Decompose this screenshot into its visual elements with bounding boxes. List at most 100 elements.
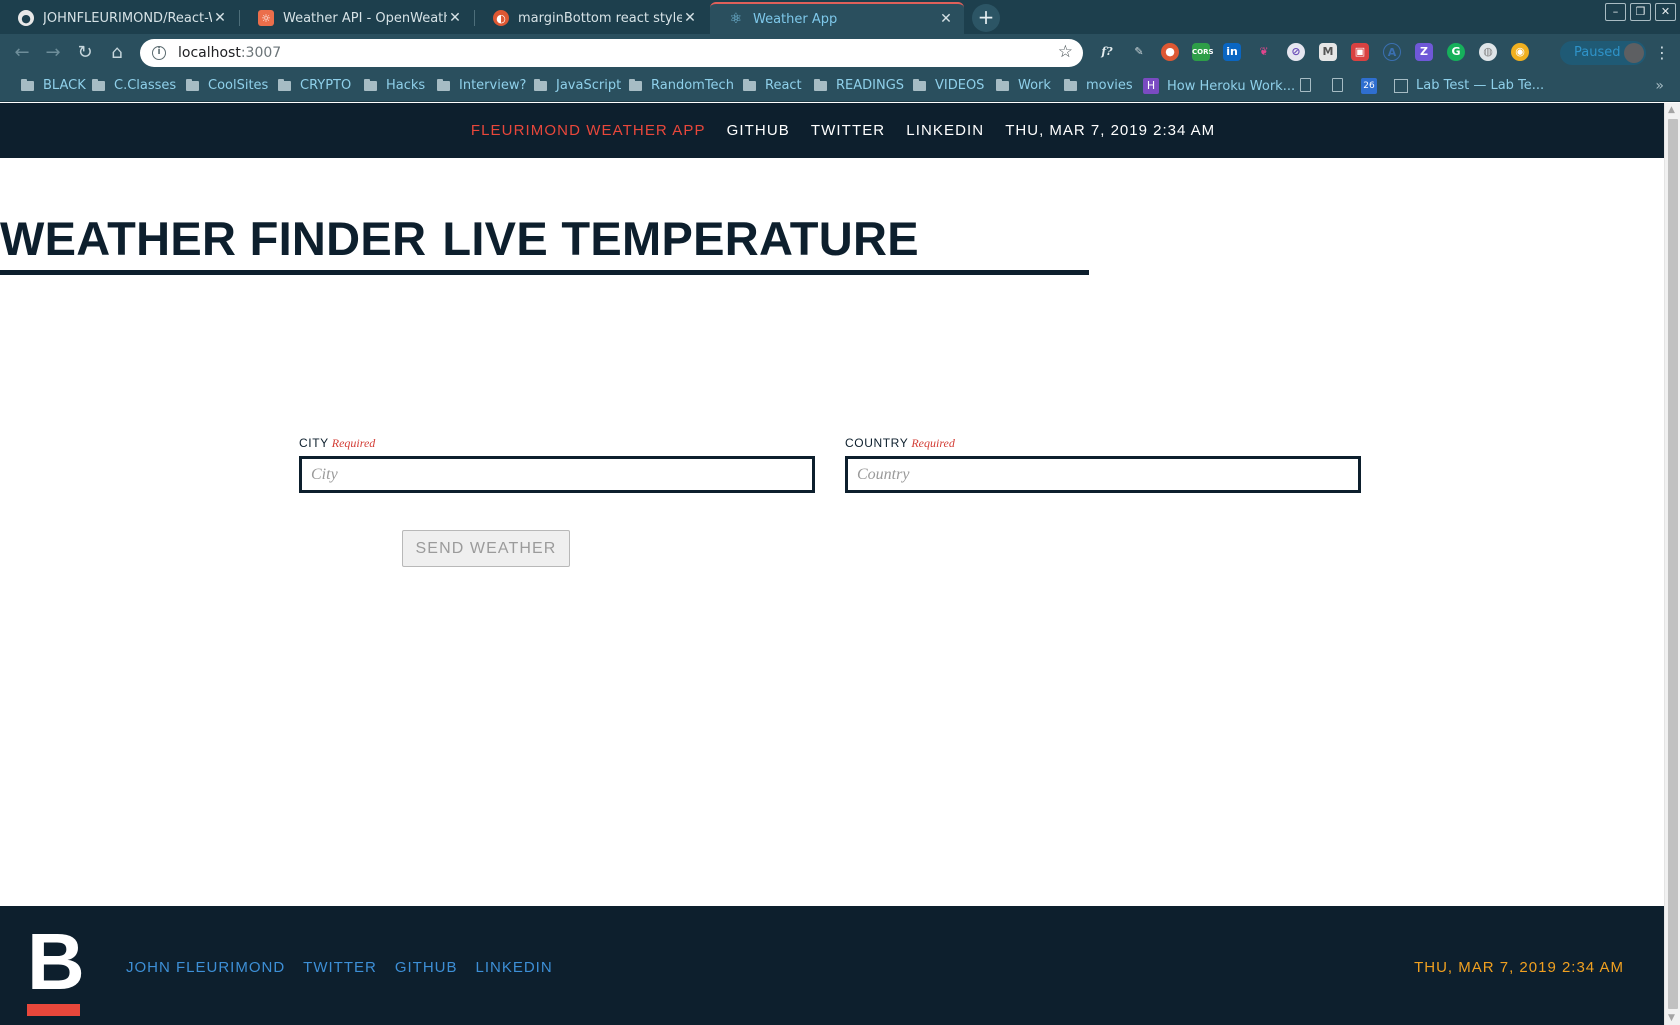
accessibility-extension-icon[interactable]: A bbox=[1383, 43, 1401, 61]
footer-twitter-link[interactable]: TWITTER bbox=[303, 959, 377, 976]
address-bar[interactable]: i localhost:3007 ☆ bbox=[140, 39, 1083, 67]
profile-paused-button[interactable]: Paused bbox=[1560, 41, 1646, 65]
color-picker-extension-icon[interactable]: ✎ bbox=[1130, 43, 1148, 61]
new-tab-button[interactable]: + bbox=[972, 4, 1000, 32]
bookmark-folder[interactable]: Interview? bbox=[437, 78, 526, 93]
openweathermap-icon: ☼ bbox=[258, 10, 274, 26]
close-window-button[interactable]: ✕ bbox=[1655, 3, 1676, 21]
bookmark-folder[interactable]: Hacks bbox=[364, 78, 425, 93]
bookmark-link[interactable]: Lab Test — Lab Te... bbox=[1394, 78, 1544, 93]
scrollbar-thumb[interactable] bbox=[1668, 119, 1678, 1009]
bookmark-folder[interactable]: movies bbox=[1064, 78, 1133, 93]
chevron-more-icon[interactable]: » bbox=[1655, 78, 1664, 94]
footer-github-link[interactable]: GITHUB bbox=[395, 959, 458, 976]
block-extension-icon[interactable]: ⊘ bbox=[1287, 43, 1305, 61]
nav-brand-link[interactable]: FLEURIMOND WEATHER APP bbox=[471, 122, 706, 139]
forward-arrow-icon[interactable]: → bbox=[41, 41, 65, 65]
home-icon[interactable]: ⌂ bbox=[105, 41, 129, 65]
minimize-button[interactable]: – bbox=[1605, 3, 1626, 21]
browser-toolbar: ← → ↻ ⌂ i localhost:3007 ☆ f? ✎ ● CORS i… bbox=[0, 34, 1680, 72]
ghost-extension-icon[interactable]: ◍ bbox=[1479, 43, 1497, 61]
brand-logo[interactable]: B bbox=[27, 922, 85, 1016]
folder-icon bbox=[1064, 78, 1077, 91]
bookmark-folder[interactable]: BLACK bbox=[21, 78, 86, 93]
bookmark-link[interactable] bbox=[1300, 78, 1311, 92]
footer-links: JOHN FLEURIMOND TWITTER GITHUB LINKEDIN bbox=[126, 959, 553, 976]
bookmark-folder[interactable]: CRYPTO bbox=[278, 78, 351, 93]
page-viewport: FLEURIMOND WEATHER APP GITHUB TWITTER LI… bbox=[0, 103, 1664, 1025]
folder-icon bbox=[913, 78, 926, 91]
menu-icon[interactable]: ⋮ bbox=[1654, 43, 1670, 62]
bookmark-link[interactable] bbox=[1332, 78, 1343, 92]
tab-title: Weather API - OpenWeatherMa bbox=[283, 10, 447, 26]
logo-letter: B bbox=[27, 917, 85, 1006]
scroll-down-icon[interactable]: ▼ bbox=[1668, 1013, 1675, 1023]
bookmark-star-icon[interactable]: ☆ bbox=[1058, 42, 1073, 62]
send-weather-button[interactable]: SEND WEATHER bbox=[402, 530, 570, 567]
duckduckgo-extension-icon[interactable]: ● bbox=[1161, 43, 1179, 61]
bookmark-folder[interactable]: React bbox=[743, 78, 802, 93]
footer-linkedin-link[interactable]: LINKEDIN bbox=[476, 959, 553, 976]
bookmark-folder[interactable]: VIDEOS bbox=[913, 78, 984, 93]
country-input[interactable] bbox=[845, 456, 1361, 493]
z-extension-icon[interactable]: Z bbox=[1415, 43, 1433, 61]
address-host: localhost bbox=[178, 45, 241, 61]
folder-icon bbox=[92, 78, 105, 91]
bird-extension-icon[interactable]: ❦ bbox=[1255, 43, 1273, 61]
back-arrow-icon[interactable]: ← bbox=[10, 41, 34, 65]
bookmark-link[interactable]: 26 bbox=[1361, 78, 1377, 94]
title-underline bbox=[0, 270, 1089, 275]
restore-button[interactable]: ❐ bbox=[1630, 3, 1651, 21]
tab-weather-app[interactable]: ⚛ Weather App ✕ bbox=[710, 2, 964, 34]
address-port: :3007 bbox=[240, 45, 282, 61]
bookmark-folder[interactable]: Work bbox=[996, 78, 1051, 93]
bookmark-folder[interactable]: RandomTech bbox=[629, 78, 734, 93]
city-required-hint: Required bbox=[331, 436, 376, 450]
folder-icon bbox=[814, 78, 827, 91]
site-navbar: FLEURIMOND WEATHER APP GITHUB TWITTER LI… bbox=[0, 103, 1664, 158]
gmail-extension-icon[interactable]: M bbox=[1319, 43, 1337, 61]
bookmark-folder[interactable]: READINGS bbox=[814, 78, 904, 93]
scroll-up-icon[interactable]: ▲ bbox=[1668, 105, 1675, 115]
browser-tab-strip: ● JOHNFLEURIMOND/React-Weat ✕ ☼ Weather … bbox=[0, 0, 1680, 34]
folder-icon bbox=[186, 78, 199, 91]
info-icon[interactable]: i bbox=[152, 46, 166, 60]
chrome-extension-icon[interactable]: ◉ bbox=[1511, 43, 1529, 61]
close-icon[interactable]: ✕ bbox=[682, 10, 698, 26]
nav-twitter-link[interactable]: TWITTER bbox=[811, 122, 885, 139]
nav-datetime: THU, MAR 7, 2019 2:34 AM bbox=[1005, 122, 1216, 139]
tab-github-repo[interactable]: ● JOHNFLEURIMOND/React-Weat ✕ bbox=[0, 2, 238, 34]
tab-duckduckgo-search[interactable]: ◐ marginBottom react style jsx at ✕ bbox=[475, 2, 708, 34]
tab-openweathermap[interactable]: ☼ Weather API - OpenWeatherMa ✕ bbox=[240, 2, 473, 34]
footer-name-link[interactable]: JOHN FLEURIMOND bbox=[126, 959, 285, 976]
country-field-group: COUNTRY Required bbox=[845, 436, 1361, 493]
cors-extension-icon[interactable]: CORS bbox=[1192, 43, 1214, 61]
bookmarks-bar: BLACK C.Classes CoolSites CRYPTO Hacks I… bbox=[0, 72, 1680, 102]
nav-github-link[interactable]: GITHUB bbox=[727, 122, 790, 139]
close-icon[interactable]: ✕ bbox=[938, 11, 954, 27]
city-input[interactable] bbox=[299, 456, 815, 493]
linkedin-extension-icon[interactable]: in bbox=[1223, 43, 1241, 61]
bookmark-folder[interactable]: C.Classes bbox=[92, 78, 176, 93]
city-label: CITY Required bbox=[299, 436, 376, 450]
close-icon[interactable]: ✕ bbox=[447, 10, 463, 26]
close-icon[interactable]: ✕ bbox=[212, 10, 228, 26]
grammarly-extension-icon[interactable]: G bbox=[1447, 43, 1465, 61]
folder-icon bbox=[21, 78, 34, 91]
page-scrollbar[interactable]: ▲ ▼ bbox=[1664, 103, 1680, 1025]
bookmark-folder[interactable]: JavaScript bbox=[534, 78, 621, 93]
calendar-icon: 26 bbox=[1361, 78, 1377, 94]
bookmark-folder[interactable]: CoolSites bbox=[186, 78, 268, 93]
page-icon bbox=[1332, 78, 1343, 92]
bookmark-link[interactable]: H How Heroku Work... bbox=[1143, 78, 1295, 94]
pocket-extension-icon[interactable]: ▣ bbox=[1351, 43, 1369, 61]
reload-icon[interactable]: ↻ bbox=[73, 41, 97, 65]
city-field-group: CITY Required bbox=[299, 436, 815, 493]
title-weather-finder: WEATHER FINDER bbox=[0, 212, 427, 265]
book-icon bbox=[1394, 78, 1408, 93]
formula-extension-icon[interactable]: f? bbox=[1098, 43, 1116, 61]
page-title: WEATHER FINDER LIVE TEMPERATURE bbox=[0, 211, 919, 266]
avatar bbox=[1624, 43, 1644, 63]
nav-linkedin-link[interactable]: LINKEDIN bbox=[906, 122, 984, 139]
footer-datetime: THU, MAR 7, 2019 2:34 AM bbox=[1414, 959, 1624, 976]
